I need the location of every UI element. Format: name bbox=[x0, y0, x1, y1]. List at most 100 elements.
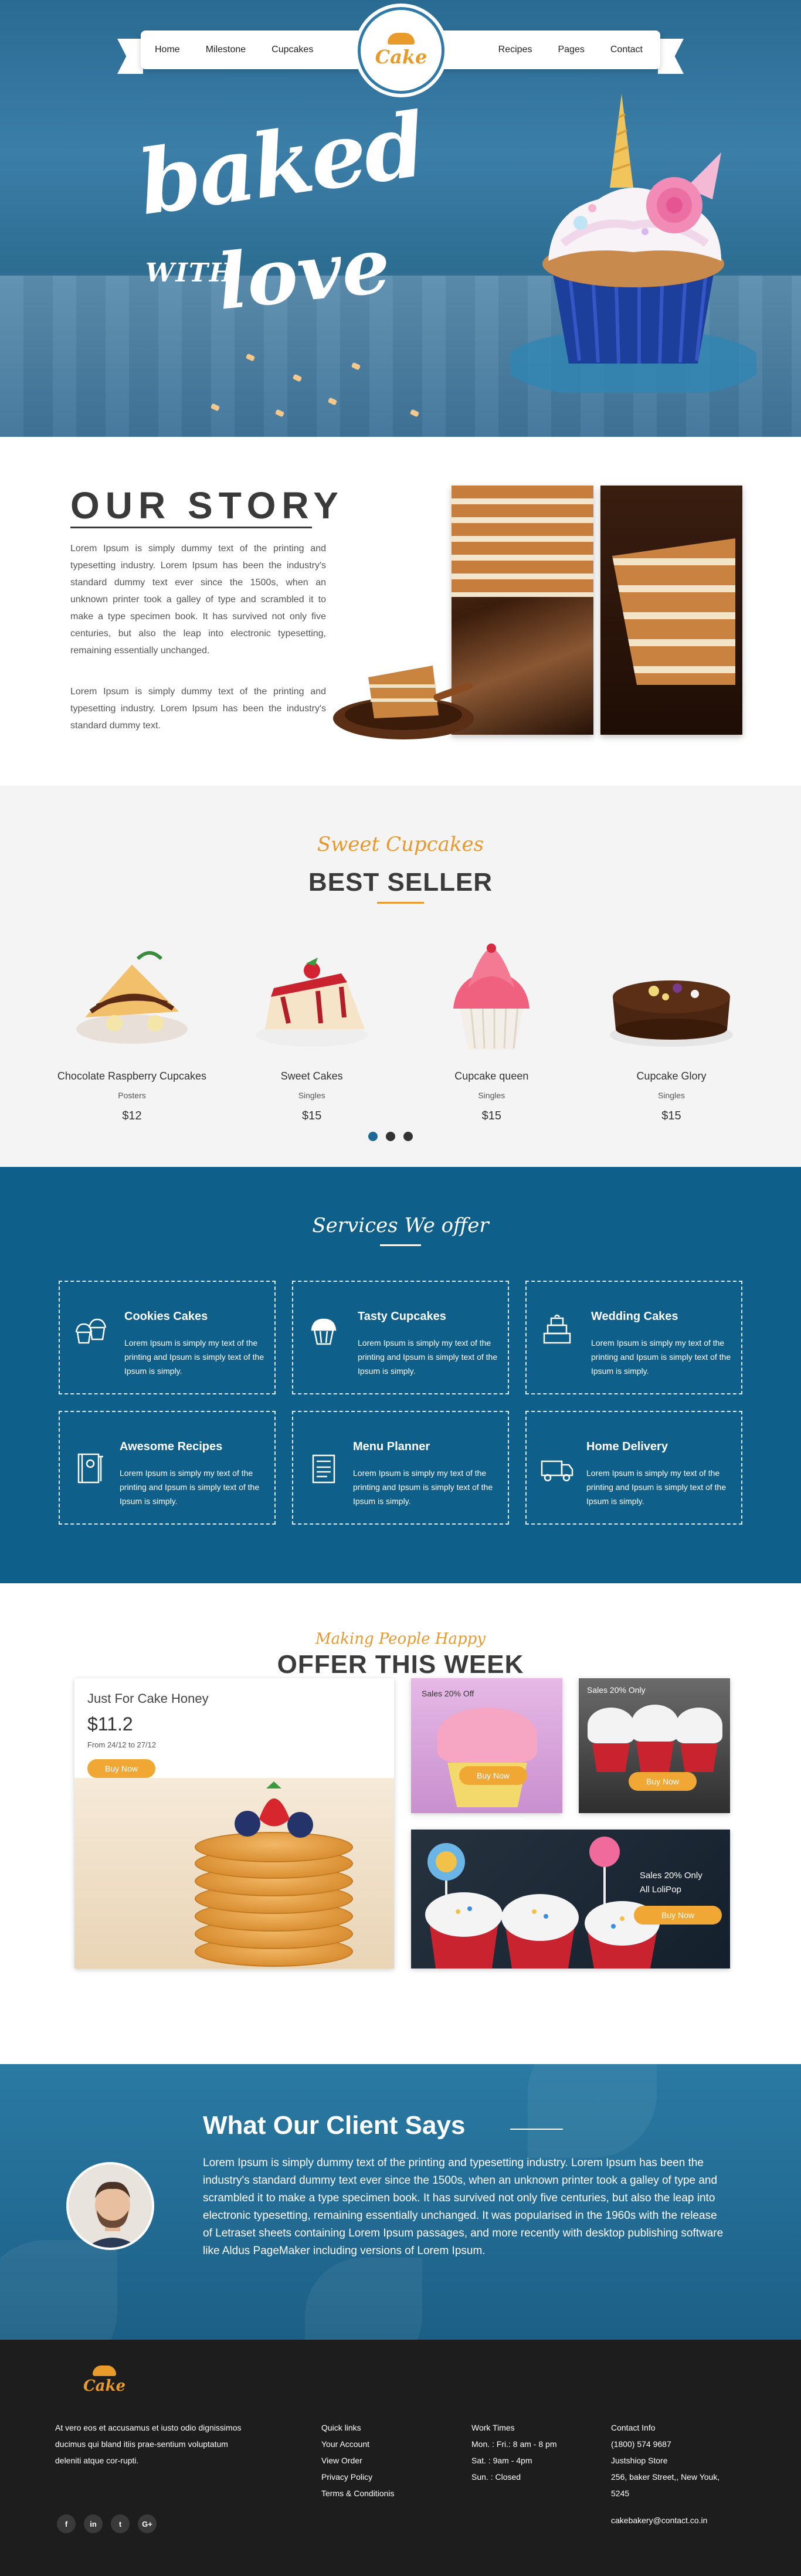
nav-ribbon-right bbox=[658, 39, 684, 74]
leaf-decoration bbox=[305, 2258, 422, 2340]
product-card[interactable]: Cupcake queen Singles $15 bbox=[415, 941, 568, 1123]
buy-now-button[interactable]: Buy Now bbox=[634, 1906, 722, 1925]
hero-word-love: love bbox=[213, 220, 395, 327]
offer-card-a[interactable]: Sales 20% Off Buy Now bbox=[411, 1678, 562, 1813]
carousel-dot[interactable] bbox=[386, 1132, 395, 1141]
cupcakes-icon bbox=[75, 1318, 107, 1344]
story-title: OUR STORY bbox=[70, 484, 344, 527]
offer-card-c[interactable]: Sales 20% Only All LoliPop Buy Now bbox=[411, 1830, 730, 1969]
buy-now-button[interactable]: Buy Now bbox=[459, 1766, 528, 1785]
cupcake-image bbox=[632, 1705, 678, 1772]
unicorn-cupcake-image bbox=[510, 94, 756, 393]
cupcake-image bbox=[676, 1708, 722, 1772]
cupcake-icon bbox=[311, 1318, 337, 1345]
hero-word-baked: baked bbox=[133, 93, 430, 235]
linkedin-icon[interactable]: in bbox=[84, 2514, 103, 2533]
offer-c-label-2: All LoliPop bbox=[640, 1885, 681, 1895]
product-name: Cupcake queen bbox=[454, 1070, 529, 1082]
offer-c-label-1: Sales 20% Only bbox=[640, 1871, 702, 1881]
work-time: Sun. : Closed bbox=[471, 2472, 521, 2482]
service-card[interactable]: Menu Planner Lorem Ipsum is simply my te… bbox=[292, 1411, 509, 1525]
our-story-section: OUR STORY Lorem Ipsum is simply dummy te… bbox=[0, 437, 801, 786]
facebook-icon[interactable]: f bbox=[57, 2514, 76, 2533]
nav-contact[interactable]: Contact bbox=[610, 45, 643, 55]
offer-card-main[interactable]: Just For Cake Honey $11.2 From 24/12 to … bbox=[74, 1678, 394, 1969]
work-time: Sat. : 9am - 4pm bbox=[471, 2456, 532, 2465]
product-carousel: Chocolate Raspberry Cupcakes Posters $12… bbox=[56, 941, 748, 1123]
service-title: Menu Planner bbox=[353, 1440, 430, 1453]
product-card[interactable]: Sweet Cakes Singles $15 bbox=[236, 941, 388, 1123]
service-card[interactable]: Home Delivery Lorem Ipsum is simply my t… bbox=[525, 1411, 742, 1525]
product-name: Cupcake Glory bbox=[636, 1070, 707, 1082]
service-title: Cookies Cakes bbox=[124, 1310, 208, 1323]
footer-email[interactable]: cakebakery@contact.co.in bbox=[611, 2516, 707, 2525]
nav-cupcakes[interactable]: Cupcakes bbox=[271, 45, 313, 55]
offer-main-title: Just For Cake Honey bbox=[87, 1691, 209, 1706]
buy-now-button[interactable]: Buy Now bbox=[629, 1772, 697, 1791]
product-image bbox=[56, 941, 208, 1053]
footer-logo[interactable]: Cake bbox=[82, 2362, 127, 2407]
contact-phone[interactable]: (1800) 574 9687 bbox=[611, 2436, 719, 2452]
carousel-pagination bbox=[368, 1132, 413, 1141]
chef-hat-icon bbox=[388, 33, 415, 45]
testimonial-section: What Our Client Says Lorem Ipsum is simp… bbox=[0, 2064, 801, 2340]
footer-link[interactable]: Terms & Conditionis bbox=[321, 2485, 395, 2502]
product-name: Sweet Cakes bbox=[280, 1070, 343, 1082]
product-category: Singles bbox=[658, 1091, 685, 1100]
service-card[interactable]: Cookies Cakes Lorem Ipsum is simply my t… bbox=[59, 1281, 276, 1394]
service-card[interactable]: Tasty Cupcakes Lorem Ipsum is simply my … bbox=[292, 1281, 509, 1394]
offers-section: Making People Happy OFFER THIS WEEK Just… bbox=[0, 1583, 801, 2064]
product-card[interactable]: Cupcake Glory Singles $15 bbox=[595, 941, 748, 1123]
hero-headline: baked WITH love bbox=[133, 93, 429, 327]
footer-link[interactable]: View Order bbox=[321, 2452, 395, 2469]
leaf-decoration bbox=[0, 2240, 117, 2340]
carousel-dot[interactable] bbox=[368, 1132, 378, 1141]
google-plus-icon[interactable]: G+ bbox=[138, 2514, 157, 2533]
nav-pages[interactable]: Pages bbox=[558, 45, 584, 55]
nav-milestone[interactable]: Milestone bbox=[206, 45, 246, 55]
logo-text: Cake bbox=[375, 46, 427, 68]
nav-recipes[interactable]: Recipes bbox=[498, 45, 532, 55]
service-card[interactable]: Awesome Recipes Lorem Ipsum is simply my… bbox=[59, 1411, 276, 1525]
work-time: Mon. : Fri.: 8 am - 8 pm bbox=[471, 2439, 557, 2449]
delivery-truck-icon bbox=[541, 1460, 573, 1482]
best-seller-underline bbox=[377, 902, 424, 904]
footer-link[interactable]: Privacy Policy bbox=[321, 2469, 395, 2485]
footer-link[interactable]: Your Account bbox=[321, 2436, 395, 2452]
nav-home[interactable]: Home bbox=[155, 45, 180, 55]
story-paragraph-1: Lorem Ipsum is simply dummy text of the … bbox=[70, 544, 326, 656]
contact-zip: 5245 bbox=[611, 2489, 630, 2498]
services-title: Services We offer bbox=[312, 1214, 489, 1237]
twitter-icon[interactable]: t bbox=[111, 2514, 130, 2533]
services-grid: Cookies Cakes Lorem Ipsum is simply my t… bbox=[59, 1281, 742, 1525]
recipe-book-icon bbox=[77, 1453, 103, 1484]
footer-contact: Contact Info (1800) 574 9687 Justshiop S… bbox=[611, 2419, 719, 2502]
offer-card-b[interactable]: Sales 20% Only Buy Now bbox=[579, 1678, 730, 1813]
cupcake-image bbox=[437, 1708, 537, 1807]
carousel-dot[interactable] bbox=[403, 1132, 413, 1141]
offers-title: OFFER THIS WEEK bbox=[277, 1650, 524, 1679]
social-links: f in t G+ bbox=[57, 2514, 157, 2533]
site-logo[interactable]: Cake bbox=[358, 7, 444, 94]
nav-links-left: Home Milestone Cupcakes bbox=[155, 30, 313, 69]
testimonial-title-line bbox=[510, 2129, 563, 2130]
service-description: Lorem Ipsum is simply my text of the pri… bbox=[586, 1468, 727, 1506]
story-title-underline bbox=[70, 527, 312, 528]
service-title: Tasty Cupcakes bbox=[358, 1310, 446, 1323]
best-seller-section: Sweet Cupcakes BEST SELLER Chocolate Ras… bbox=[0, 786, 801, 1167]
product-image bbox=[236, 941, 388, 1053]
client-avatar bbox=[66, 2162, 154, 2250]
cake-slice-photo bbox=[600, 486, 742, 735]
offers-script: Making People Happy bbox=[315, 1630, 486, 1648]
testimonial-title: What Our Client Says bbox=[203, 2111, 466, 2140]
best-seller-title: BEST SELLER bbox=[308, 868, 493, 897]
site-footer: Cake At vero eos et accusamus et iusto o… bbox=[0, 2340, 801, 2576]
service-card[interactable]: Wedding Cakes Lorem Ipsum is simply my t… bbox=[525, 1281, 742, 1394]
chef-hat-icon bbox=[93, 2365, 116, 2376]
cupcake-image bbox=[588, 1708, 634, 1772]
offer-main-dates: From 24/12 to 27/12 bbox=[87, 1740, 157, 1749]
service-description: Lorem Ipsum is simply my text of the pri… bbox=[120, 1468, 260, 1506]
hero-banner: Home Milestone Cupcakes Recipes Pages Co… bbox=[0, 0, 801, 437]
product-card[interactable]: Chocolate Raspberry Cupcakes Posters $12 bbox=[56, 941, 208, 1123]
buy-now-button[interactable]: Buy Now bbox=[87, 1759, 156, 1778]
